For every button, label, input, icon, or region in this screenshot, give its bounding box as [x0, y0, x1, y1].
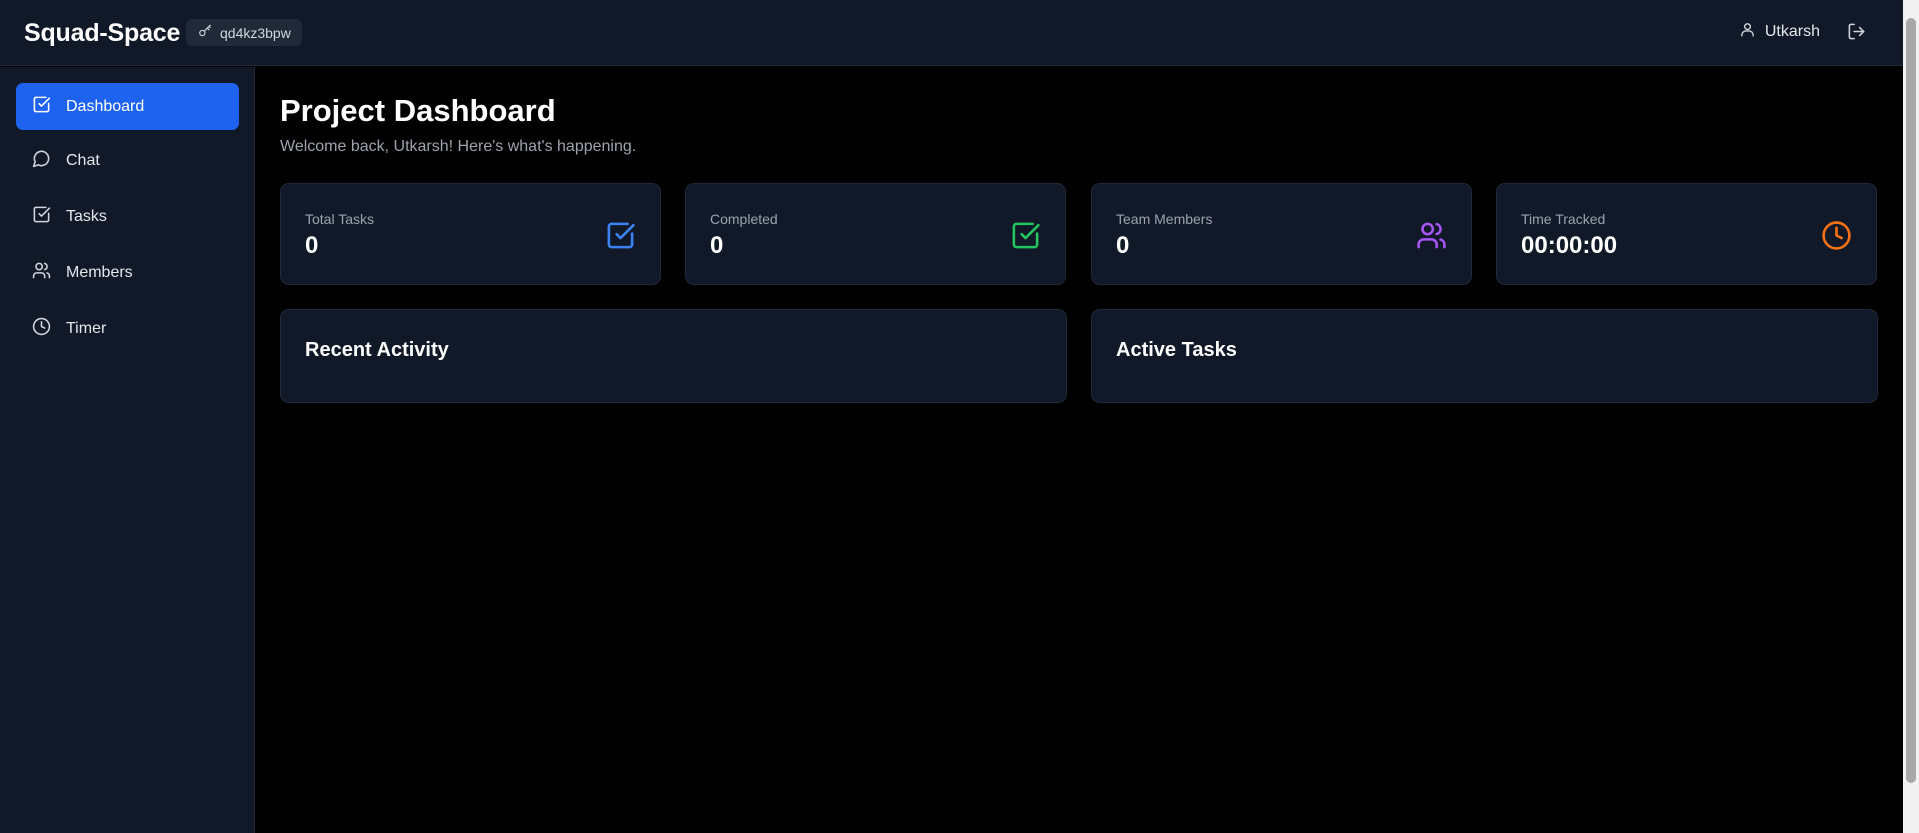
stat-label: Total Tasks — [305, 211, 374, 227]
key-icon — [198, 24, 212, 41]
scrollbar-thumb[interactable] — [1906, 18, 1916, 783]
sidebar-item-label: Dashboard — [66, 97, 145, 115]
stat-label: Time Tracked — [1521, 211, 1606, 227]
stat-label: Team Members — [1116, 211, 1213, 227]
stat-label: Completed — [710, 211, 778, 227]
stat-card-total-tasks: Total Tasks 0 — [280, 183, 661, 285]
user-icon — [1739, 21, 1756, 43]
sidebar-item-label: Timer — [66, 319, 107, 337]
main-content: Project Dashboard Welcome back, Utkarsh!… — [256, 67, 1903, 833]
panel-title: Active Tasks — [1116, 339, 1237, 361]
sidebar-item-label: Members — [66, 263, 133, 281]
sidebar-item-label: Chat — [66, 151, 100, 169]
stat-value: 0 — [1116, 232, 1130, 259]
users-icon — [1416, 220, 1447, 251]
logout-button[interactable] — [1847, 22, 1867, 42]
sidebar-item-timer[interactable]: Timer — [16, 305, 239, 352]
stat-card-team-members: Team Members 0 — [1091, 183, 1472, 285]
app-brand[interactable]: Squad-Space — [24, 19, 180, 48]
chat-bubble-icon — [32, 149, 51, 173]
check-square-icon — [32, 205, 51, 229]
clock-icon — [32, 317, 51, 341]
top-header: Squad-Space qd4kz3bpw Utkarsh — [0, 0, 1903, 66]
sidebar: Dashboard Chat Tasks Members Timer — [0, 67, 255, 833]
check-square-icon — [605, 220, 636, 251]
clock-icon — [1821, 220, 1852, 251]
user-profile[interactable]: Utkarsh — [1739, 21, 1820, 43]
recent-activity-panel: Recent Activity — [280, 309, 1067, 403]
scrollbar[interactable] — [1903, 0, 1919, 833]
check-square-icon — [32, 95, 51, 119]
sidebar-item-members[interactable]: Members — [16, 249, 239, 296]
check-square-icon — [1010, 220, 1041, 251]
stat-value: 0 — [710, 232, 724, 259]
page-subtitle: Welcome back, Utkarsh! Here's what's hap… — [280, 138, 637, 155]
room-code-badge[interactable]: qd4kz3bpw — [186, 19, 302, 46]
room-code-text: qd4kz3bpw — [220, 24, 291, 41]
sidebar-item-tasks[interactable]: Tasks — [16, 193, 239, 240]
sidebar-item-dashboard[interactable]: Dashboard — [16, 83, 239, 130]
sidebar-item-label: Tasks — [66, 207, 107, 225]
stat-value: 0 — [305, 232, 319, 259]
stat-value: 00:00:00 — [1521, 232, 1618, 259]
stat-card-completed: Completed 0 — [685, 183, 1066, 285]
sidebar-item-chat[interactable]: Chat — [16, 137, 239, 184]
users-icon — [32, 261, 51, 285]
active-tasks-panel: Active Tasks — [1091, 309, 1878, 403]
panel-title: Recent Activity — [305, 339, 449, 361]
stat-card-time-tracked: Time Tracked 00:00:00 — [1496, 183, 1877, 285]
page-title: Project Dashboard — [280, 93, 556, 128]
username-label: Utkarsh — [1764, 23, 1820, 40]
logout-icon — [1847, 23, 1866, 45]
